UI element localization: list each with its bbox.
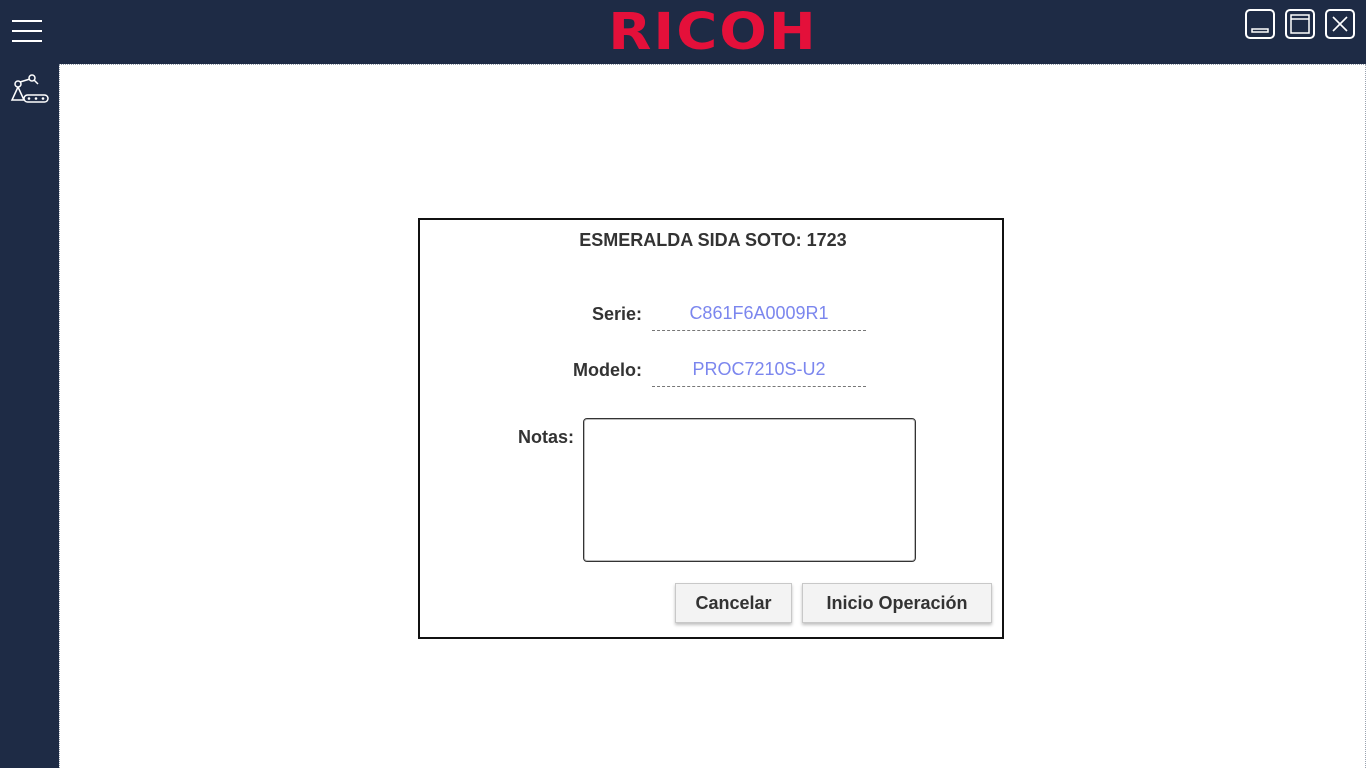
cancel-button[interactable]: Cancelar	[675, 583, 792, 623]
maximize-icon	[1290, 14, 1310, 34]
modelo-label: Modelo:	[573, 360, 642, 380]
main-content: ESMERALDA SIDA SOTO: 1723 Serie: C861F6A…	[59, 64, 1366, 768]
sidebar	[0, 64, 59, 768]
serie-label: Serie:	[591, 304, 642, 324]
dialog-title: ESMERALDA SIDA SOTO: 1723	[579, 230, 847, 250]
minimize-button[interactable]	[1245, 9, 1275, 39]
hamburger-menu-icon[interactable]	[12, 20, 42, 42]
menu-line	[12, 20, 42, 22]
modelo-value: PROC7210S-U2	[652, 355, 866, 387]
menu-line	[12, 40, 42, 42]
start-operation-button[interactable]: Inicio Operación	[802, 583, 992, 623]
notas-textarea[interactable]	[583, 418, 916, 562]
ricoh-logo: RICOH	[608, 3, 818, 62]
close-button[interactable]	[1325, 9, 1355, 39]
title-bar: RICOH	[0, 0, 1366, 64]
notas-label: Notas:	[517, 427, 574, 447]
serie-value: C861F6A0009R1	[652, 299, 866, 331]
operation-dialog: ESMERALDA SIDA SOTO: 1723 Serie: C861F6A…	[418, 218, 1004, 639]
close-icon	[1332, 16, 1348, 32]
minimize-icon	[1251, 28, 1269, 33]
maximize-button[interactable]	[1285, 9, 1315, 39]
conveyor-robot-icon[interactable]	[8, 72, 50, 106]
menu-line	[12, 30, 42, 32]
